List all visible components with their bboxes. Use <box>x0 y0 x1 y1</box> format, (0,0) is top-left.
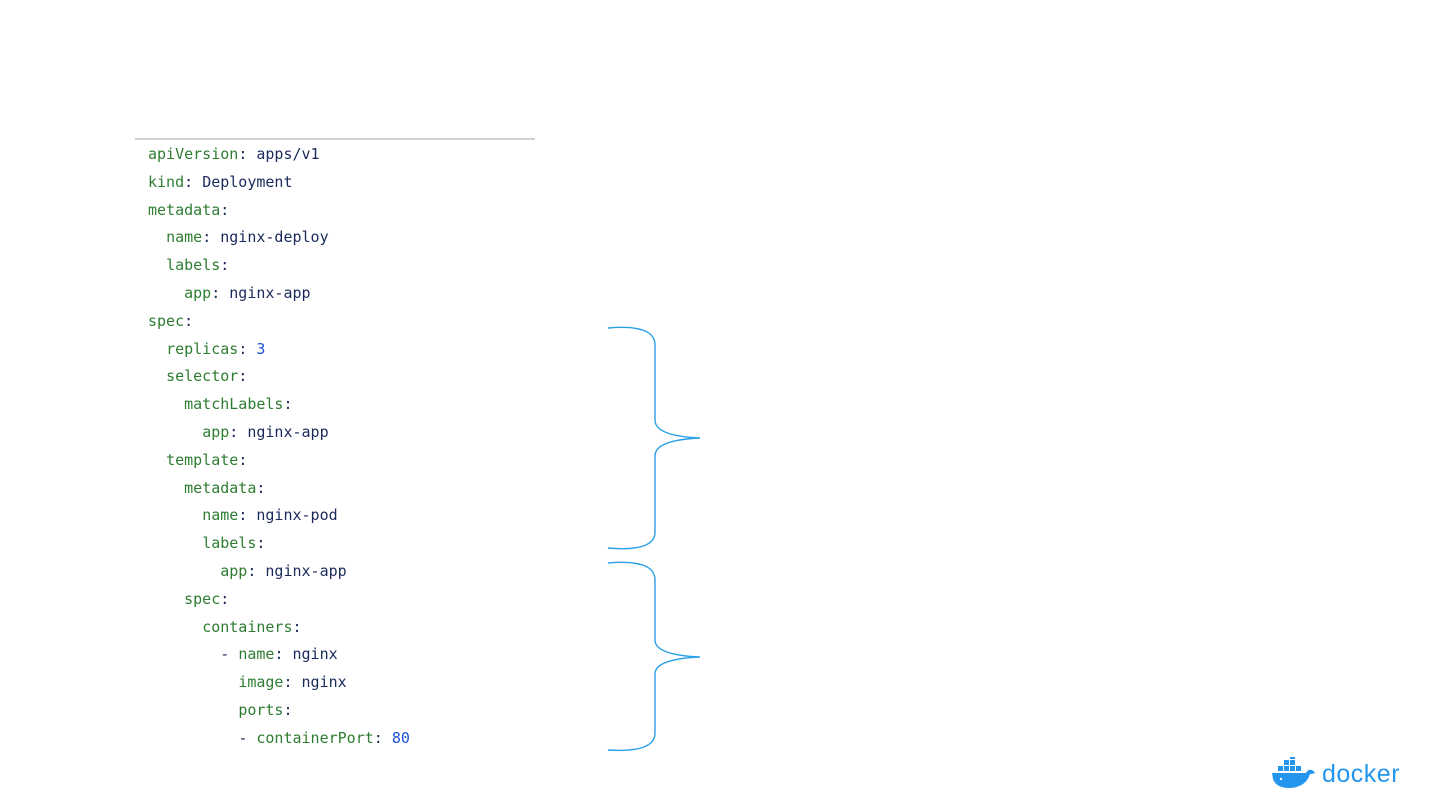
right-curly-brace-spec <box>607 326 701 550</box>
docker-logo: docker <box>1270 757 1410 791</box>
right-curly-brace-container <box>607 561 701 752</box>
docker-whale-icon <box>1272 757 1315 788</box>
brace-annotations <box>607 326 701 752</box>
docker-wordmark: docker <box>1322 760 1401 788</box>
